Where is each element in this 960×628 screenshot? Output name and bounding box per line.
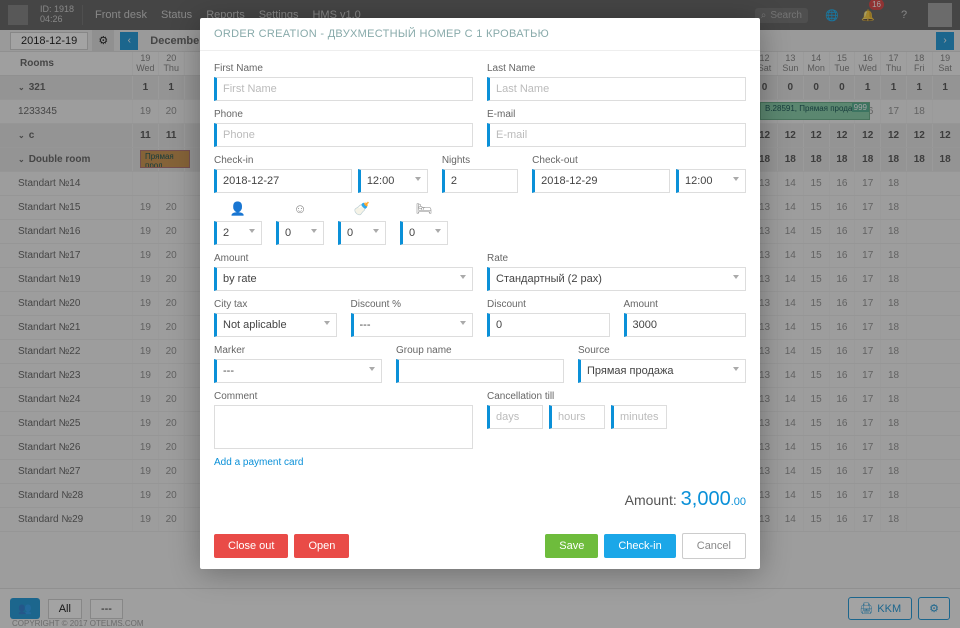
close-out-button[interactable]: Close out: [214, 534, 288, 558]
discount-pct-select[interactable]: ---: [351, 313, 474, 337]
children-icon: ☺: [276, 201, 324, 217]
source-label: Source: [578, 345, 746, 356]
amount-input[interactable]: 3000: [624, 313, 747, 337]
group-label: Group name: [396, 345, 564, 356]
add-payment-card-link[interactable]: Add a payment card: [214, 457, 746, 468]
cancel-hours-input[interactable]: hours: [549, 405, 605, 429]
checkout-time-select[interactable]: 12:00: [676, 169, 746, 193]
checkout-date-input[interactable]: 2018-12-29: [532, 169, 670, 193]
rate-label: Rate: [487, 253, 746, 264]
children-select[interactable]: 0: [276, 221, 324, 245]
comment-label: Comment: [214, 391, 473, 402]
modal-title: ORDER CREATION - ДВУХМЕСТНЫЙ НОМЕР С 1 К…: [214, 28, 746, 40]
modal-overlay: ORDER CREATION - ДВУХМЕСТНЫЙ НОМЕР С 1 К…: [0, 0, 960, 628]
group-input[interactable]: [396, 359, 564, 383]
phone-label: Phone: [214, 109, 473, 120]
beds-icon: 🛏: [400, 201, 448, 217]
open-button[interactable]: Open: [294, 534, 349, 558]
first-name-input[interactable]: First Name: [214, 77, 473, 101]
adults-icon: 👤: [214, 201, 262, 217]
checkin-label: Check-in: [214, 155, 428, 166]
phone-input[interactable]: Phone: [214, 123, 473, 147]
marker-select[interactable]: ---: [214, 359, 382, 383]
rate-select[interactable]: Стандартный (2 pax): [487, 267, 746, 291]
total-amount: Amount: 3,000.00: [200, 480, 760, 523]
amount-mode-select[interactable]: by rate: [214, 267, 473, 291]
order-creation-modal: ORDER CREATION - ДВУХМЕСТНЫЙ НОМЕР С 1 К…: [200, 18, 760, 569]
save-button[interactable]: Save: [545, 534, 598, 558]
adults-select[interactable]: 2: [214, 221, 262, 245]
checkout-label: Check-out: [532, 155, 746, 166]
checkin-button[interactable]: Check-in: [604, 534, 675, 558]
modal-header: ORDER CREATION - ДВУХМЕСТНЫЙ НОМЕР С 1 К…: [200, 18, 760, 51]
discount-pct-label: Discount %: [351, 299, 474, 310]
city-tax-select[interactable]: Not aplicable: [214, 313, 337, 337]
email-label: E-mail: [487, 109, 746, 120]
discount-input[interactable]: 0: [487, 313, 610, 337]
checkin-date-input[interactable]: 2018-12-27: [214, 169, 352, 193]
checkin-time-select[interactable]: 12:00: [358, 169, 428, 193]
infants-select[interactable]: 0: [338, 221, 386, 245]
amount-mode-label: Amount: [214, 253, 473, 264]
email-input[interactable]: E-mail: [487, 123, 746, 147]
marker-label: Marker: [214, 345, 382, 356]
discount-label: Discount: [487, 299, 610, 310]
amount2-label: Amount: [624, 299, 747, 310]
cancel-minutes-input[interactable]: minutes: [611, 405, 667, 429]
last-name-label: Last Name: [487, 63, 746, 74]
city-tax-label: City tax: [214, 299, 337, 310]
beds-select[interactable]: 0: [400, 221, 448, 245]
first-name-label: First Name: [214, 63, 473, 74]
infants-icon: 🍼: [338, 201, 386, 217]
cancel-days-input[interactable]: days: [487, 405, 543, 429]
cancel-button[interactable]: Cancel: [682, 533, 746, 559]
nights-input[interactable]: 2: [442, 169, 518, 193]
modal-footer: Close out Open Save Check-in Cancel: [200, 523, 760, 569]
cancel-till-label: Cancellation till: [487, 391, 746, 402]
comment-textarea[interactable]: [214, 405, 473, 449]
nights-label: Nights: [442, 155, 518, 166]
source-select[interactable]: Прямая продажа: [578, 359, 746, 383]
last-name-input[interactable]: Last Name: [487, 77, 746, 101]
